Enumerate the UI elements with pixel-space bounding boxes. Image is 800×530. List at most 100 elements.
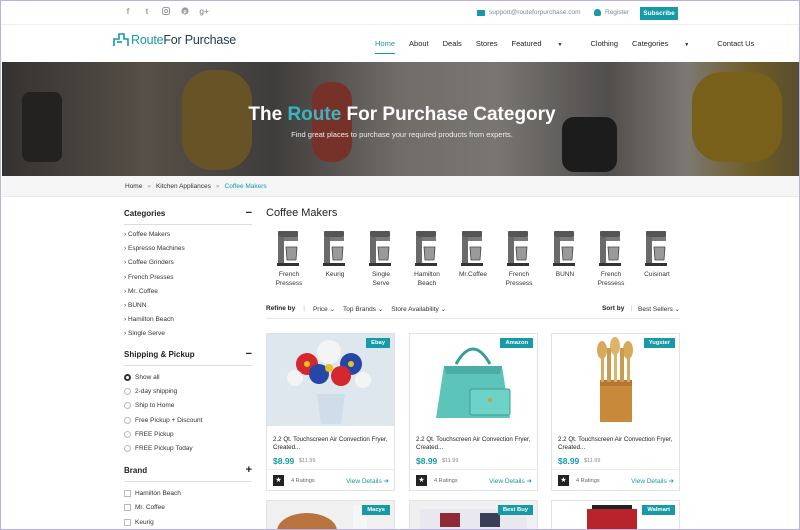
card-footer: ★ 4 Ratings View Details ➔ xyxy=(410,469,537,491)
coffee-maker-type[interactable]: French Pressess xyxy=(588,228,634,288)
logo[interactable]: RouteFor Purchase xyxy=(111,30,236,50)
shipping-option[interactable]: Free Pickup + Discount xyxy=(124,413,252,427)
register-link[interactable]: Register xyxy=(594,9,629,16)
product-card[interactable]: Amazon 2.2 Qt. Touchscreen Air Convectio… xyxy=(409,333,538,491)
radio-button[interactable] xyxy=(124,430,131,438)
brand-option[interactable]: Hamilton Beach xyxy=(124,487,252,501)
coffee-maker-type[interactable]: Mr.Coffee xyxy=(450,228,496,288)
nav-clothing[interactable]: Clothing xyxy=(590,39,618,54)
product-image[interactable]: Yugster xyxy=(552,334,679,426)
nav-home[interactable]: Home xyxy=(375,39,396,54)
collapse-icon[interactable]: − xyxy=(246,208,252,219)
collapse-icon[interactable]: − xyxy=(246,348,252,359)
coffee-maker-label: French xyxy=(600,271,622,278)
nav-about[interactable]: About xyxy=(409,39,429,54)
coffee-maker-type[interactable]: French Pressess xyxy=(266,228,312,288)
support-email[interactable]: support@routeforpurchase.com xyxy=(477,9,581,16)
view-details-link[interactable]: View Details ➔ xyxy=(346,477,389,485)
view-details-link[interactable]: View Details ➔ xyxy=(631,477,674,485)
nav-featured[interactable]: Featured ▼ xyxy=(512,39,577,54)
shipping-option[interactable]: 2-day shipping xyxy=(124,385,252,399)
card-footer: ★ 4 Ratings View Details ➔ xyxy=(267,469,394,491)
shipping-option[interactable]: FREE Pickup Today xyxy=(124,441,252,455)
brand-heading[interactable]: Brand + xyxy=(124,464,252,482)
radio-button[interactable] xyxy=(124,445,131,453)
radio-button[interactable] xyxy=(124,402,131,410)
product-card[interactable]: Ebay 2.2 Qt. Touchscreen Air Convection … xyxy=(266,333,395,491)
arrow-right-icon: ➔ xyxy=(668,478,674,485)
chevron-down-icon: ⌄ xyxy=(440,306,447,313)
coffee-maker-type[interactable]: Keurig xyxy=(312,228,358,288)
category-item[interactable]: › Espresso Machines xyxy=(124,244,252,258)
shipping-option[interactable]: Show all xyxy=(124,371,252,385)
coffee-maker-label: French xyxy=(508,271,530,278)
facebook-icon[interactable]: f xyxy=(123,7,133,17)
nav-contact[interactable]: Contact Us xyxy=(717,39,754,54)
coffee-maker-type[interactable]: Cuisinart xyxy=(634,228,680,288)
price-filter[interactable]: Price ⌄ xyxy=(313,305,335,318)
option-label: Hamilton Beach xyxy=(135,490,181,498)
ratings-count: 4 Ratings xyxy=(576,478,600,484)
brand-option[interactable]: Mr. Coffee xyxy=(124,501,252,515)
shipping-option[interactable]: Ship to Home xyxy=(124,399,252,413)
sort-label: Sort by xyxy=(601,305,625,312)
twitter-icon[interactable]: t xyxy=(142,7,152,17)
product-image[interactable]: Ebay xyxy=(267,334,394,426)
availability-filter[interactable]: Store Availability ⌄ xyxy=(391,305,446,318)
category-item[interactable]: › Mr. Coffee xyxy=(124,287,252,301)
category-label: Mr. Coffee xyxy=(127,287,158,295)
chevron-down-icon: ▼ xyxy=(557,42,563,48)
category-item[interactable]: › Coffee Makers xyxy=(124,230,252,244)
brand-option[interactable]: Keurig xyxy=(124,515,252,529)
category-item[interactable]: › Coffee Grinders xyxy=(124,258,252,272)
checkbox[interactable] xyxy=(124,518,131,526)
sort-select[interactable]: Best Sellers ⌄ xyxy=(638,305,680,313)
breadcrumb-kitchen[interactable]: Kitchen Appliances xyxy=(156,183,211,190)
radio-button[interactable] xyxy=(124,374,131,382)
sort-value: Best Sellers xyxy=(638,306,673,313)
product-card[interactable]: Best Buy xyxy=(409,500,538,529)
category-item[interactable]: › French Presses xyxy=(124,273,252,287)
product-image[interactable]: Amazon xyxy=(410,334,537,426)
nav-categories[interactable]: Categories ▼ xyxy=(632,39,703,54)
coffee-maker-label: Pressess xyxy=(505,280,533,287)
pinterest-icon[interactable]: p xyxy=(180,7,190,17)
category-item[interactable]: › Hamilton Beach xyxy=(124,315,252,329)
subscribe-button[interactable]: Subscribe xyxy=(640,7,678,20)
checkbox[interactable] xyxy=(124,504,131,512)
category-label: Single Serve xyxy=(127,330,165,338)
coffee-maker-types: French Pressess Keurig Single Serve Hamilton B… xyxy=(266,228,680,288)
store-badge: Macys xyxy=(362,505,390,515)
coffee-maker-type[interactable]: French Pressess xyxy=(496,228,542,288)
product-name[interactable]: 2.2 Qt. Touchscreen Air Convection Fryer… xyxy=(558,436,676,452)
product-name[interactable]: 2.2 Qt. Touchscreen Air Convection Fryer… xyxy=(273,436,391,452)
chevron-down-icon: ⌄ xyxy=(329,306,336,313)
google-plus-icon[interactable]: g+ xyxy=(199,7,209,17)
radio-button[interactable] xyxy=(124,388,131,396)
product-card[interactable]: Macys xyxy=(266,500,395,529)
coffee-maker-type[interactable]: Single Serve xyxy=(358,228,404,288)
breadcrumb-home[interactable]: Home xyxy=(125,183,142,190)
shipping-heading[interactable]: Shipping & Pickup − xyxy=(124,348,252,366)
product-card[interactable]: Walmart xyxy=(551,500,680,529)
checkbox[interactable] xyxy=(124,490,131,498)
category-item[interactable]: › BUNN xyxy=(124,301,252,315)
brands-filter[interactable]: Top Brands ⌄ xyxy=(343,305,383,318)
nav-deals[interactable]: Deals xyxy=(443,39,462,54)
nav-stores[interactable]: Stores xyxy=(476,39,498,54)
coffee-maker-type[interactable]: BUNN xyxy=(542,228,588,288)
option-label: Ship to Home xyxy=(135,402,175,410)
view-details-link[interactable]: View Details ➔ xyxy=(489,477,532,485)
category-item[interactable]: › Single Serve xyxy=(124,329,252,343)
breadcrumb-current: Coffee Makers xyxy=(224,183,267,190)
expand-icon[interactable]: + xyxy=(246,464,252,475)
product-card[interactable]: Yugster 2.2 Qt. Touchscreen Air Convecti… xyxy=(551,333,680,491)
instagram-icon[interactable] xyxy=(161,7,171,17)
coffee-maker-type[interactable]: Hamilton Beach xyxy=(404,228,450,288)
category-label: French Presses xyxy=(127,273,174,281)
radio-button[interactable] xyxy=(124,416,131,424)
product-name[interactable]: 2.2 Qt. Touchscreen Air Convection Fryer… xyxy=(416,436,534,452)
breadcrumb: Home » Kitchen Appliances » Coffee Maker… xyxy=(125,183,267,190)
categories-heading[interactable]: Categories − xyxy=(124,208,252,225)
shipping-option[interactable]: FREE Pickup xyxy=(124,427,252,441)
